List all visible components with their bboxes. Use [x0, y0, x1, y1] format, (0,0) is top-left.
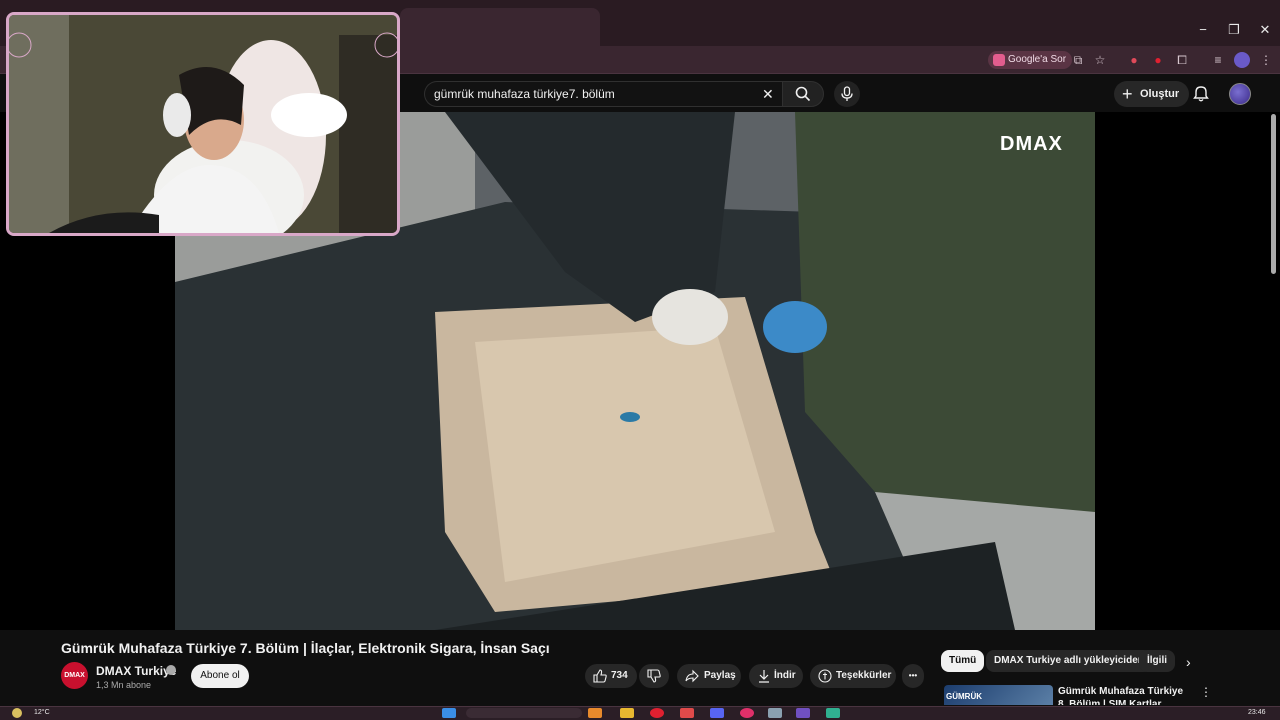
- create-button[interactable]: + Oluştur: [1114, 81, 1190, 107]
- recommended-video-title[interactable]: Gümrük Muhafaza Türkiye 8. Bölüm | SIM K…: [1058, 685, 1194, 705]
- account-avatar[interactable]: [1229, 83, 1251, 105]
- webcam-image: [9, 15, 397, 233]
- extension-red-icon[interactable]: ●: [1126, 52, 1142, 68]
- like-count: 734: [611, 670, 628, 681]
- extension-opera-icon[interactable]: ●: [1150, 52, 1166, 68]
- chip-related[interactable]: İlgili: [1139, 650, 1175, 672]
- opera-icon[interactable]: [650, 708, 664, 718]
- taskbar-search-box[interactable]: [466, 708, 582, 718]
- maximize-button[interactable]: ❐: [1219, 20, 1249, 40]
- taskbar-app-icon-4[interactable]: [768, 708, 782, 718]
- thanks-button[interactable]: Teşekkürler: [810, 664, 896, 688]
- more-actions-button[interactable]: •••: [902, 664, 924, 688]
- profile-avatar-icon[interactable]: [1234, 52, 1250, 68]
- taskbar-app-icon-3[interactable]: [740, 708, 754, 718]
- taskbar-app-icon-2[interactable]: [680, 708, 694, 718]
- chip-all[interactable]: Tümü: [941, 650, 985, 672]
- streamer-webcam-overlay: [6, 12, 400, 236]
- close-window-button[interactable]: ✕: [1250, 20, 1280, 40]
- recommended-video-thumbnail[interactable]: GÜMRÜK: [944, 685, 1053, 705]
- reading-list-icon[interactable]: ≡: [1210, 52, 1226, 68]
- chevron-right-icon[interactable]: ›: [1186, 654, 1191, 670]
- google-lens-icon: [993, 54, 1005, 66]
- thumbs-down-icon: [647, 669, 661, 683]
- minimize-button[interactable]: −: [1188, 20, 1218, 40]
- extensions-puzzle-icon[interactable]: ⧠: [1174, 52, 1190, 68]
- download-icon: [759, 670, 769, 683]
- clear-search-icon[interactable]: ✕: [762, 86, 774, 103]
- dmax-watermark: DMAX: [1000, 133, 1063, 155]
- like-button[interactable]: 734: [585, 664, 637, 688]
- channel-avatar[interactable]: DMAX: [61, 662, 88, 689]
- share-label: Paylaş: [704, 670, 736, 681]
- taskbar-app-icon[interactable]: [588, 708, 602, 718]
- thumbs-up-icon: [593, 669, 607, 683]
- browser-tab[interactable]: [400, 8, 600, 46]
- channel-name[interactable]: DMAX Turkiye: [96, 664, 176, 678]
- weather-icon[interactable]: [12, 708, 22, 718]
- create-label: Oluştur: [1140, 88, 1180, 100]
- notifications-bell-icon[interactable]: [1192, 85, 1210, 103]
- bookmark-star-icon[interactable]: ☆: [1092, 52, 1108, 68]
- super-thanks-icon: [818, 669, 832, 683]
- dislike-button[interactable]: [639, 664, 669, 688]
- microphone-icon: [841, 86, 853, 101]
- page-scrollbar[interactable]: [1271, 114, 1276, 274]
- system-clock[interactable]: 23:46: [1248, 709, 1266, 716]
- download-button[interactable]: İndir: [749, 664, 803, 688]
- subscriber-count: 1,3 Mn abone: [96, 680, 152, 690]
- screen: − ❐ ✕ Google'a Sor ⧉ ☆ ● ● ⧠ ≡ ⋮ gümrük …: [0, 0, 1280, 720]
- search-icon: [795, 86, 811, 102]
- weather-temp[interactable]: 12°C: [34, 709, 50, 716]
- thumbnail-text: GÜMRÜK: [946, 692, 982, 701]
- file-explorer-icon[interactable]: [620, 708, 634, 718]
- recommendation-menu-icon[interactable]: ⋮: [1200, 685, 1212, 699]
- google-ask-button[interactable]: Google'a Sor: [988, 51, 1073, 69]
- thanks-label: Teşekkürler: [836, 670, 892, 681]
- windows-taskbar: [0, 706, 1280, 720]
- subscribe-button[interactable]: Abone ol: [191, 664, 249, 688]
- video-title: Gümrük Muhafaza Türkiye 7. Bölüm | İlaçl…: [61, 640, 550, 656]
- voice-search-button[interactable]: [834, 81, 860, 107]
- chip-from-uploader[interactable]: DMAX Turkiye adlı yükleyiciden: [986, 650, 1152, 672]
- download-label: İndir: [774, 670, 796, 681]
- google-ask-label: Google'a Sor: [1008, 54, 1067, 65]
- search-button[interactable]: [782, 81, 824, 107]
- share-button[interactable]: Paylaş: [677, 664, 741, 688]
- verified-badge-icon: [166, 665, 176, 675]
- plus-icon: +: [1122, 84, 1133, 104]
- browser-menu-icon[interactable]: ⋮: [1258, 52, 1274, 68]
- install-app-icon[interactable]: ⧉: [1070, 52, 1086, 68]
- taskbar-app-icon-6[interactable]: [826, 708, 840, 718]
- share-icon: [685, 669, 699, 683]
- taskbar-app-icon-5[interactable]: [796, 708, 810, 718]
- discord-icon[interactable]: [710, 708, 724, 718]
- search-query[interactable]: gümrük muhafaza türkiye7. bölüm: [434, 87, 615, 101]
- start-icon[interactable]: [442, 708, 456, 718]
